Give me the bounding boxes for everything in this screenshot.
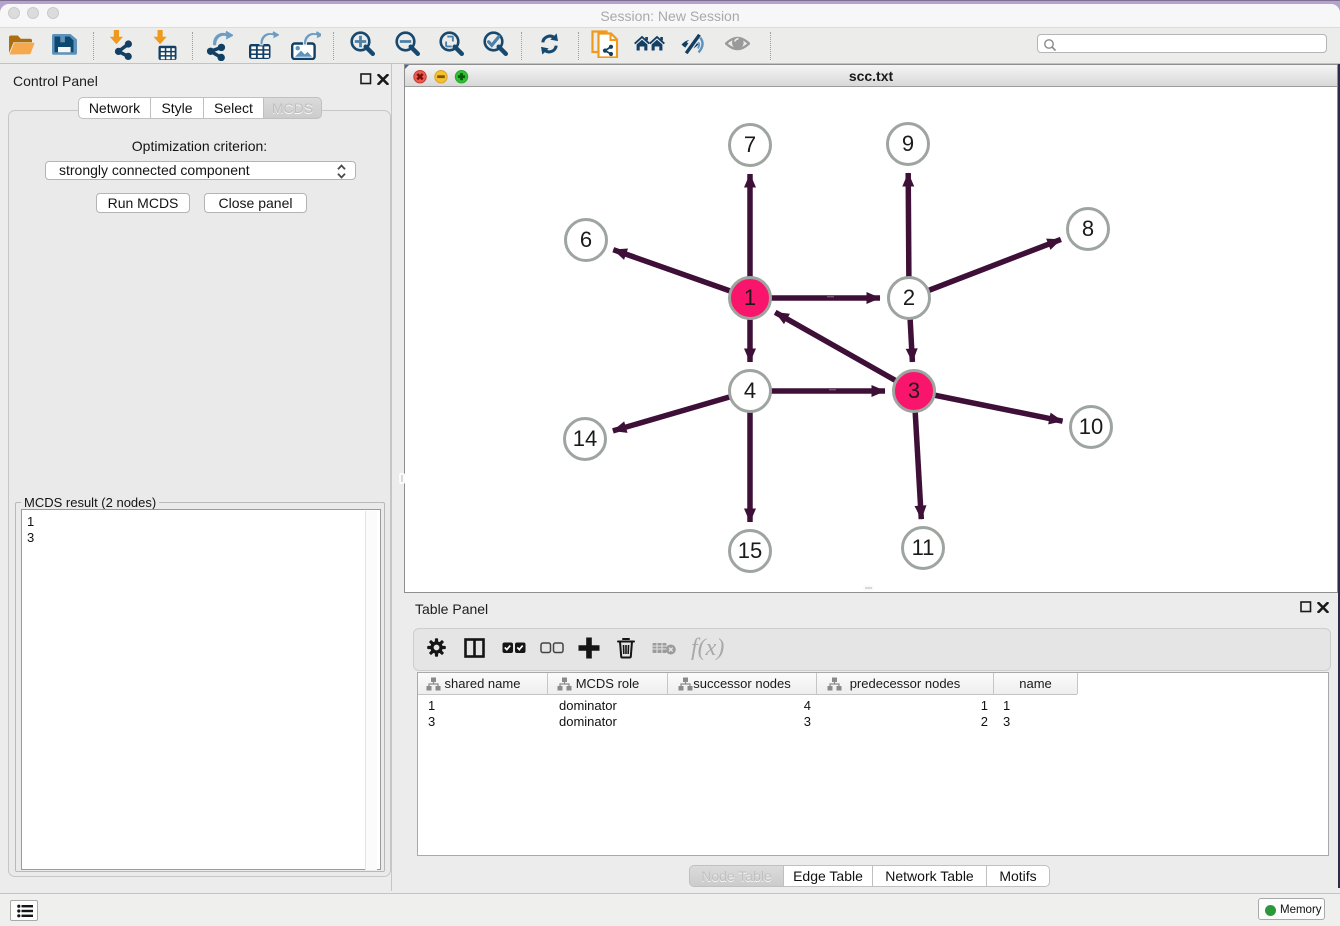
svg-text:4: 4 bbox=[744, 378, 756, 403]
svg-text:7: 7 bbox=[744, 132, 756, 157]
svg-text:3: 3 bbox=[908, 378, 920, 403]
svg-text:15: 15 bbox=[738, 538, 762, 563]
svg-text:2: 2 bbox=[903, 285, 915, 310]
svg-text:10: 10 bbox=[1079, 414, 1103, 439]
svg-text:11: 11 bbox=[912, 535, 935, 560]
svg-text:6: 6 bbox=[580, 227, 592, 252]
svg-text:14: 14 bbox=[573, 426, 597, 451]
svg-text:8: 8 bbox=[1082, 216, 1094, 241]
svg-text:1: 1 bbox=[744, 285, 756, 310]
svg-text:9: 9 bbox=[902, 131, 914, 156]
